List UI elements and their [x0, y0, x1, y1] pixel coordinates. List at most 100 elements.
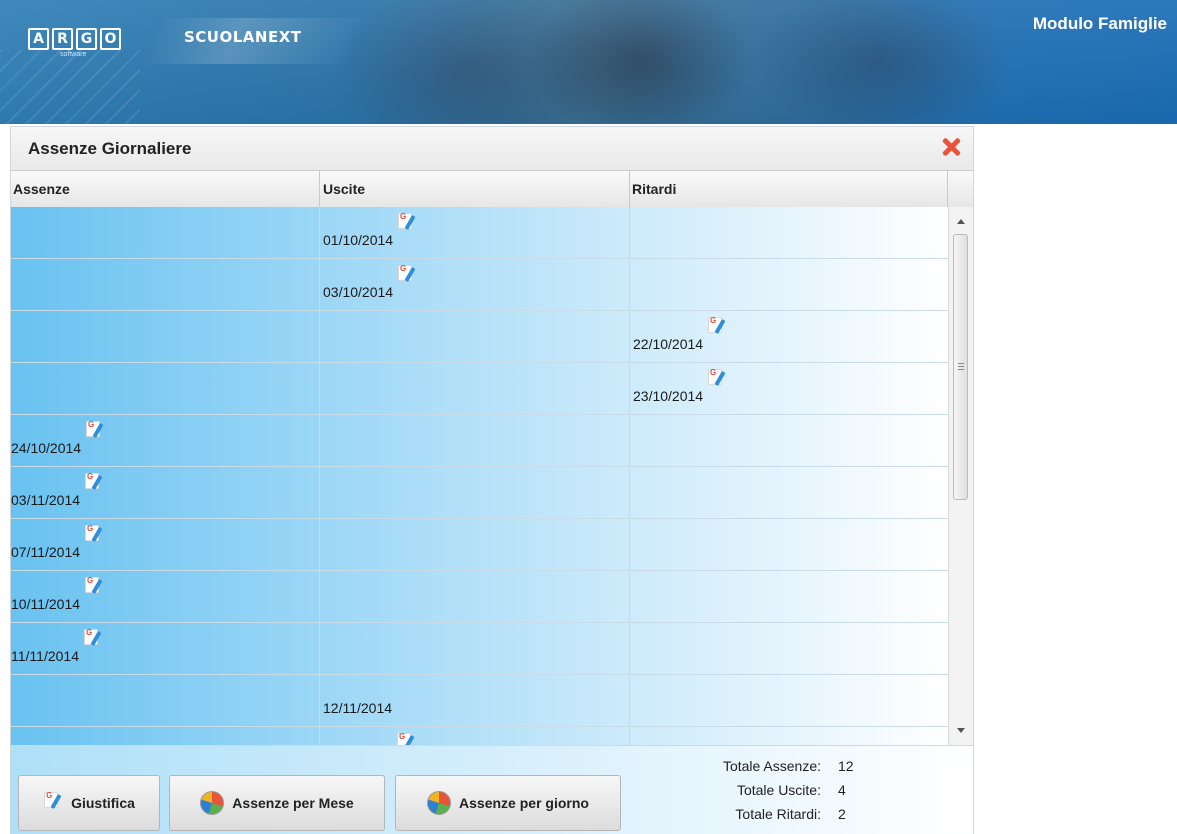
- table-row: 11/11/2014 G: [11, 623, 948, 675]
- table-cell: [630, 675, 948, 727]
- table-cell: 12/11/2014: [320, 675, 630, 727]
- table-cell: 10/11/2014 G: [11, 571, 320, 623]
- table-cell: [320, 571, 630, 623]
- table-row: 23/10/2014 G: [11, 363, 948, 415]
- logo-letter: O: [100, 28, 121, 50]
- logo-subtitle: software: [60, 51, 87, 58]
- justify-icon[interactable]: G: [85, 420, 107, 445]
- logo-letter: G: [76, 28, 97, 50]
- table-header: Assenze Uscite Ritardi: [11, 170, 973, 208]
- assenze-per-giorno-button[interactable]: Assenze per giorno: [395, 775, 621, 831]
- date-value: 12/11/2014: [323, 700, 393, 716]
- logo-letter: R: [52, 28, 73, 50]
- close-icon[interactable]: [939, 135, 963, 159]
- giustifica-button[interactable]: G Giustifica: [18, 775, 160, 831]
- date-value: 22/10/2014: [633, 336, 704, 352]
- table-cell: [320, 467, 630, 519]
- table-cell: 07/11/2014 G: [11, 519, 320, 571]
- table-cell: [630, 415, 948, 467]
- column-header-assenze[interactable]: Assenze: [11, 171, 320, 207]
- table-row: 01/10/2014 G: [11, 207, 948, 259]
- scroll-up-arrow-icon[interactable]: [957, 219, 965, 224]
- table-cell: [320, 415, 630, 467]
- table-cell: [320, 311, 630, 363]
- justify-icon[interactable]: G: [707, 316, 729, 341]
- assenze-per-mese-button[interactable]: Assenze per Mese: [169, 775, 385, 831]
- table-cell: 23/10/2014 G: [630, 363, 948, 415]
- argo-logo: A R G O: [28, 28, 121, 50]
- column-header-uscite[interactable]: Uscite: [320, 171, 630, 207]
- table-cell: [11, 363, 320, 415]
- table-cell: [630, 259, 948, 311]
- logo-letter: A: [28, 28, 49, 50]
- table-row: 03/11/2014 G: [11, 467, 948, 519]
- assenze-per-giorno-label: Assenze per giorno: [459, 795, 589, 811]
- table-cell: [630, 519, 948, 571]
- justify-icon: G: [43, 791, 63, 812]
- total-assenze: Totale Assenze: 12: [651, 754, 861, 778]
- date-value: 10/11/2014: [11, 596, 81, 612]
- vertical-scrollbar[interactable]: [948, 207, 973, 745]
- header-banner: A R G O software SCUOLANEXT Modulo Famig…: [0, 0, 1177, 124]
- totals: Totale Assenze: 12 Totale Uscite: 4 Tota…: [651, 754, 861, 826]
- justify-icon[interactable]: G: [707, 368, 729, 393]
- table-cell: [11, 259, 320, 311]
- table-cell: 11/11/2014 G: [11, 623, 320, 675]
- table-cell: [11, 727, 320, 745]
- justify-icon[interactable]: G: [396, 732, 418, 745]
- date-value: 23/10/2014: [633, 388, 704, 404]
- date-value: 03/11/2014: [11, 492, 81, 508]
- table-cell: [630, 727, 948, 745]
- module-title: Modulo Famiglie: [1032, 14, 1167, 33]
- total-uscite: Totale Uscite: 4: [651, 778, 861, 802]
- total-label: Totale Ritardi:: [735, 806, 821, 822]
- panel-titlebar: Assenze Giornaliere: [11, 127, 973, 170]
- scroll-thumb[interactable]: [953, 234, 968, 500]
- justify-icon[interactable]: G: [84, 472, 106, 497]
- table-cell: 24/10/2014 G: [11, 415, 320, 467]
- panel-footer: G Giustifica Assenze per Mese Assenze pe…: [11, 745, 973, 834]
- justify-icon[interactable]: G: [84, 524, 106, 549]
- date-value: 07/11/2014: [11, 544, 81, 560]
- table-row: 22/10/2014 G: [11, 311, 948, 363]
- table-cell: [11, 311, 320, 363]
- justify-icon[interactable]: G: [397, 264, 419, 289]
- date-value: 24/10/2014: [11, 440, 82, 456]
- total-value: 4: [838, 782, 846, 798]
- giustifica-label: Giustifica: [71, 795, 135, 811]
- justify-icon[interactable]: G: [84, 576, 106, 601]
- date-value: 03/10/2014: [323, 284, 394, 300]
- table-cell: 22/10/2014 G: [630, 311, 948, 363]
- justify-icon[interactable]: G: [397, 212, 419, 237]
- total-value: 12: [838, 758, 854, 774]
- table-cell: [320, 623, 630, 675]
- banner-stripes: [0, 50, 140, 124]
- scroll-down-arrow-icon[interactable]: [957, 728, 965, 733]
- grip-icon: [958, 363, 964, 364]
- total-label: Totale Assenze:: [722, 758, 821, 774]
- table-row: 03/10/2014 G: [11, 259, 948, 311]
- table-cell: [630, 623, 948, 675]
- total-value: 2: [838, 806, 846, 822]
- assenze-per-mese-label: Assenze per Mese: [232, 795, 354, 811]
- table-cell: 01/10/2014 G: [320, 207, 630, 259]
- table-cell: 03/11/2014 G: [11, 467, 320, 519]
- table-cell: [320, 363, 630, 415]
- table-cell: 03/10/2014 G: [320, 259, 630, 311]
- column-header-ritardi[interactable]: Ritardi: [630, 171, 948, 207]
- table-cell: 13/11/2014G: [320, 727, 630, 745]
- table-row: 10/11/2014 G: [11, 571, 948, 623]
- table-cell: [630, 571, 948, 623]
- table-row: 07/11/2014 G: [11, 519, 948, 571]
- pie-chart-icon: [427, 791, 452, 815]
- justify-icon[interactable]: G: [83, 628, 105, 653]
- table-cell: [11, 675, 320, 727]
- date-value: 01/10/2014: [323, 232, 394, 248]
- table-cell: [11, 207, 320, 259]
- table-body: 01/10/2014 G 03/10/2014 G 22/10/2014 G 23/10/2…: [11, 207, 948, 745]
- table-cell: [630, 467, 948, 519]
- assenze-panel: Assenze Giornaliere Assenze Uscite Ritar…: [10, 126, 974, 834]
- table-cell: [320, 519, 630, 571]
- total-label: Totale Uscite:: [736, 782, 821, 798]
- date-value: 11/11/2014: [11, 648, 79, 664]
